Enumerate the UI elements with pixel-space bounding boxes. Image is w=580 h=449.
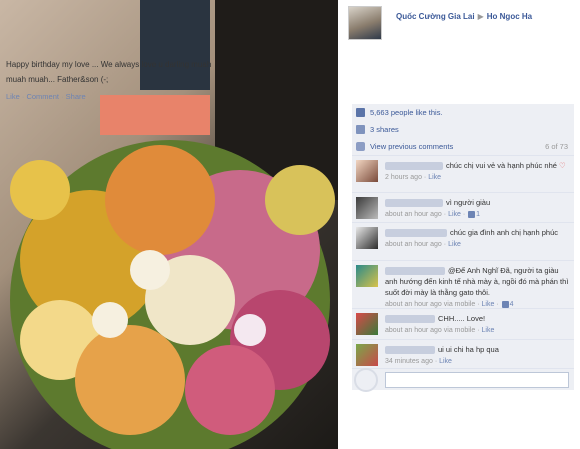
comment-body: chúc chị vui vẻ và hạnh phúc nhé ♡ 2 hou… — [385, 161, 566, 181]
comment-text: chúc chị vui vẻ và hạnh phúc nhé — [446, 161, 557, 170]
target-name-link[interactable]: Ho Ngoc Ha — [487, 12, 532, 21]
shares-count-link[interactable]: 3 shares — [370, 125, 399, 134]
comment-likes-count[interactable]: 4 — [510, 301, 514, 308]
comment-like-link[interactable]: Like — [428, 174, 441, 181]
comment-like-link[interactable]: Like — [482, 327, 495, 334]
comment-time: about an hour ago via mobile — [385, 327, 476, 334]
likes-count-link[interactable]: 5,663 people like this. — [370, 108, 443, 117]
comment-item: chúc gia đình anh chị hạnh phúc about an… — [352, 222, 574, 260]
commenter-avatar[interactable] — [356, 344, 378, 366]
comment-like-link[interactable]: Like — [482, 301, 495, 308]
comment-count: 6 of 73 — [545, 142, 568, 151]
comment-input-row — [352, 368, 574, 390]
comment-item: chúc chị vui vẻ và hạnh phúc nhé ♡ 2 hou… — [352, 155, 574, 192]
comment-like-link[interactable]: Like — [439, 358, 452, 365]
comment-time: about an hour ago — [385, 241, 442, 248]
comment-time: about an hour ago — [385, 211, 442, 218]
share-icon — [356, 125, 365, 134]
heart-emoji-icon: ♡ — [559, 161, 566, 170]
comment-body: ui ui chi ha hp qua 34 minutes ago · Lik… — [385, 345, 499, 365]
ufi-likes-row: 5,663 people like this. — [352, 104, 574, 122]
comment-item: vì người giàu about an hour ago · Like ·… — [352, 192, 574, 222]
commenter-name-link[interactable] — [385, 162, 443, 171]
commenter-avatar[interactable] — [356, 313, 378, 335]
comment-text: ui ui chi ha hp qua — [438, 345, 499, 354]
commenter-name-link[interactable] — [385, 267, 445, 276]
comment-time: 34 minutes ago — [385, 358, 433, 365]
author-name-link[interactable]: Quốc Cường Gia Lai — [396, 12, 475, 21]
commenter-avatar[interactable] — [356, 227, 378, 249]
thumbs-up-icon — [356, 108, 365, 117]
arrow-right-icon: ▶ — [477, 12, 484, 21]
post-header: Quốc Cường Gia Lai ▶ Ho Ngoc Ha — [348, 6, 578, 42]
commenter-name-link[interactable] — [385, 346, 435, 355]
author-avatar[interactable] — [348, 6, 382, 40]
share-link[interactable]: Share — [66, 92, 86, 101]
comment-time: 2 hours ago — [385, 174, 422, 181]
commenter-name-link[interactable] — [385, 315, 435, 324]
ufi-shares-row: 3 shares — [352, 121, 574, 139]
comment-link[interactable]: Comment — [26, 92, 59, 101]
comment-text: chúc gia đình anh chị hạnh phúc — [450, 228, 558, 237]
post-actions: Like · Comment · Share — [6, 92, 86, 101]
comment-like-link[interactable]: Like — [448, 211, 461, 218]
commenter-name-link[interactable] — [385, 199, 443, 208]
commenter-name-link[interactable] — [385, 229, 447, 238]
ufi-previous-row: View previous comments 6 of 73 — [352, 138, 574, 156]
comment-item: ui ui chi ha hp qua 34 minutes ago · Lik… — [352, 339, 574, 368]
comment-body: chúc gia đình anh chị hạnh phúc about an… — [385, 228, 558, 248]
separator: · — [21, 92, 25, 101]
comment-like-link[interactable]: Like — [448, 241, 461, 248]
commenter-avatar[interactable] — [356, 265, 378, 287]
like-link[interactable]: Like — [6, 92, 20, 101]
comment-likes-count[interactable]: 1 — [476, 211, 480, 218]
comment-time: about an hour ago via mobile — [385, 301, 476, 308]
thumbs-up-icon — [468, 210, 476, 218]
commenter-avatar[interactable] — [356, 197, 378, 219]
commenter-avatar[interactable] — [356, 160, 378, 182]
comment-input[interactable] — [385, 372, 569, 388]
view-previous-comments-link[interactable]: View previous comments — [370, 142, 453, 151]
separator: · — [61, 92, 64, 101]
author-line: Quốc Cường Gia Lai ▶ Ho Ngoc Ha — [396, 12, 532, 21]
thumbs-up-icon — [501, 300, 509, 308]
comment-body: @Để Anh Nghĩ Đã, người ta giàu anh hướng… — [385, 266, 569, 308]
comment-item: @Để Anh Nghĩ Đã, người ta giàu anh hướng… — [352, 260, 574, 308]
watermark-icon — [354, 368, 378, 392]
comment-item: CHH..... Love! about an hour ago via mob… — [352, 308, 574, 339]
comment-text: vì người giàu — [446, 198, 491, 207]
comment-body: vì người giàu about an hour ago · Like ·… — [385, 198, 491, 218]
comment-text: CHH..... Love! — [438, 314, 486, 323]
comment-bubble-icon — [356, 142, 365, 151]
comment-body: CHH..... Love! about an hour ago via mob… — [385, 314, 495, 334]
post-message: Happy birthday my love ... We always lov… — [6, 60, 212, 84]
